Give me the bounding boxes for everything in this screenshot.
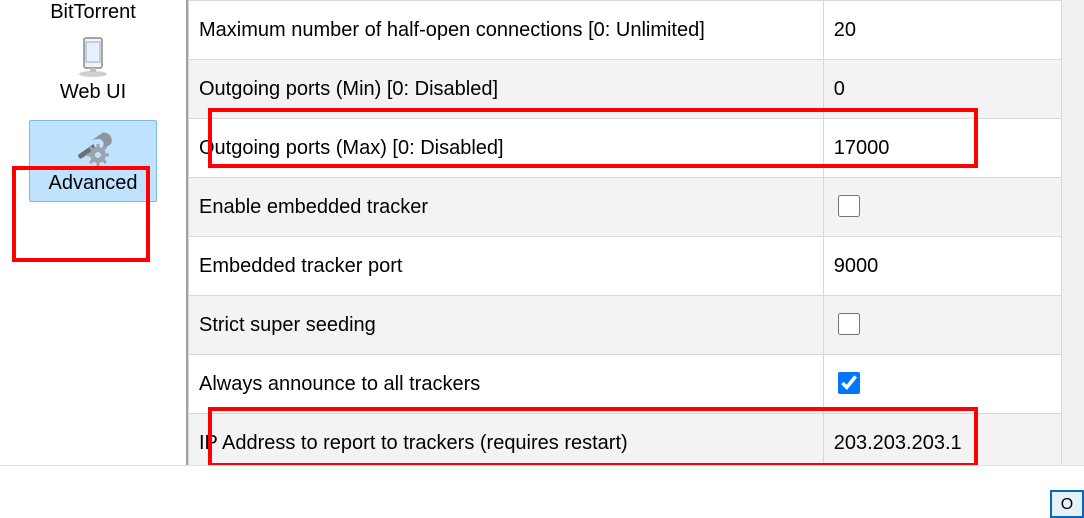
setting-label: Outgoing ports (Min) [0: Disabled] — [189, 60, 824, 119]
sidebar-item-advanced[interactable]: Advanced — [29, 120, 157, 202]
advanced-icon — [70, 125, 116, 171]
sidebar-item-label: Advanced — [49, 171, 138, 195]
web-ui-icon — [70, 34, 116, 80]
outgoing-ports-max-input[interactable] — [834, 134, 1051, 162]
ip-report-to-trackers-input[interactable] — [834, 429, 1051, 457]
setting-label: Maximum number of half-open connections … — [189, 1, 824, 60]
always-announce-all-trackers-checkbox[interactable] — [838, 372, 860, 394]
enable-embedded-tracker-checkbox[interactable] — [838, 195, 860, 217]
setting-label: Strict super seeding — [189, 296, 824, 355]
setting-label: Outgoing ports (Max) [0: Disabled] — [189, 119, 824, 178]
sidebar-item-label: BitTorrent — [50, 0, 136, 24]
setting-label: Embedded tracker port — [189, 237, 824, 296]
sidebar-item-label: Web UI — [60, 80, 126, 104]
dialog-bottom-bar — [0, 465, 1084, 492]
settings-sidebar: BitTorrent Web UI — [0, 0, 188, 465]
half-open-connections-input[interactable] — [834, 16, 1051, 44]
ok-button[interactable]: O — [1050, 490, 1084, 518]
embedded-tracker-port-input[interactable] — [834, 252, 1051, 280]
sidebar-item-web-ui[interactable]: Web UI — [29, 32, 157, 108]
advanced-settings-table: Maximum number of half-open connections … — [188, 0, 1062, 473]
setting-label: Enable embedded tracker — [189, 178, 824, 237]
sidebar-item-bittorrent[interactable]: BitTorrent — [29, 0, 157, 28]
strict-super-seeding-checkbox[interactable] — [838, 313, 860, 335]
outgoing-ports-min-input[interactable] — [834, 75, 1051, 103]
setting-label: Always announce to all trackers — [189, 355, 824, 414]
vertical-scrollbar[interactable] — [1062, 0, 1084, 465]
setting-label: IP Address to report to trackers (requir… — [189, 414, 824, 473]
